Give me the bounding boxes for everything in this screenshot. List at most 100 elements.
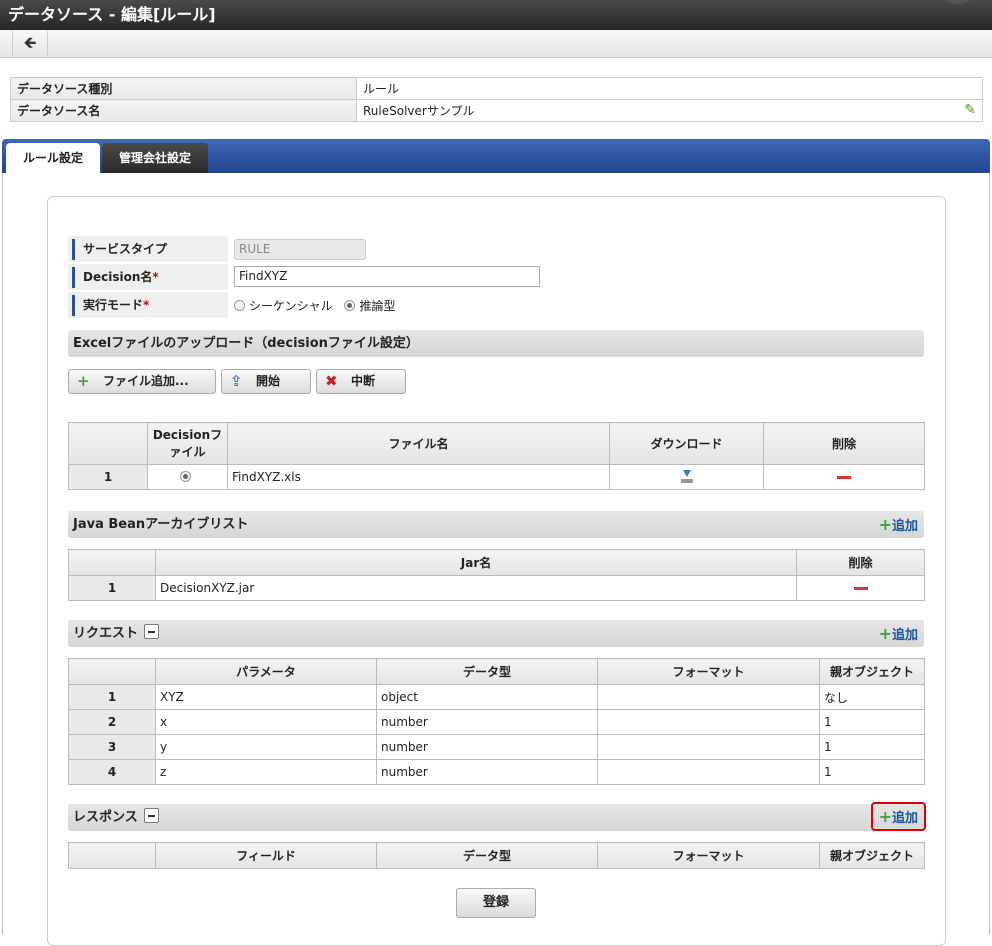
radio-sequential[interactable] (234, 300, 245, 311)
request-add-link[interactable]: +追加 (879, 620, 918, 649)
info-label: データソース種別 (10, 77, 357, 100)
col-header-type: データ型 (376, 658, 598, 685)
row-number: 3 (68, 734, 156, 760)
jar-add-link[interactable]: +追加 (879, 511, 918, 540)
row-number: 1 (68, 684, 156, 710)
collapse-icon[interactable] (143, 808, 159, 823)
service-type-row: サービスタイプ RULE (68, 236, 924, 263)
start-upload-button[interactable]: ⇪ 開始 (221, 369, 311, 394)
jar-add-label: 追加 (891, 519, 918, 534)
exec-mode-value-cell: シーケンシャル 推論型 (228, 292, 924, 318)
col-header-parent: 親オブジェクト (819, 658, 925, 685)
jar-name-cell: DecisionXYZ.jar (155, 575, 797, 601)
decision-file-radio-cell (147, 464, 228, 490)
plus-icon: + (878, 807, 892, 826)
col-header-type: データ型 (376, 842, 598, 869)
toolbar: 🡸 (0, 30, 992, 58)
col-header-format: フォーマット (597, 842, 820, 869)
window-corner (944, 0, 972, 4)
tab-company-settings[interactable]: 管理会社設定 (102, 143, 208, 173)
decision-name-input[interactable]: FindXYZ (234, 266, 540, 287)
request-section-title: リクエスト (73, 626, 139, 641)
type-cell: object (376, 684, 598, 710)
radio-inference-label: 推論型 (359, 299, 396, 313)
col-header-delete: 削除 (763, 422, 925, 465)
request-table: パラメータ データ型 フォーマット 親オブジェクト 1 XYZ object な… (68, 658, 925, 785)
window-title: データソース - 編集[ルール] (8, 5, 216, 24)
cancel-upload-button[interactable]: ✖ 中断 (316, 369, 406, 394)
table-row: 1 XYZ object なし (68, 684, 925, 710)
exec-mode-label: 実行モード* (72, 295, 222, 316)
required-mark: * (143, 298, 150, 312)
exec-mode-radio-group: シーケンシャル 推論型 (234, 297, 396, 314)
table-row: 2 x number 1 (68, 709, 925, 735)
table-row: 3 y number 1 (68, 734, 925, 760)
tab-bar: ルール設定 管理会社設定 (2, 139, 990, 173)
table-header-row: Decisionファイル ファイル名 ダウンロード 削除 (68, 422, 925, 465)
jar-section-title: Java Beanアーカイブリスト (73, 517, 249, 532)
col-header-download: ダウンロード (609, 422, 764, 465)
radio-sequential-label: シーケンシャル (249, 299, 333, 313)
table-header-row: パラメータ データ型 フォーマット 親オブジェクト (68, 658, 925, 685)
tab-rule-settings[interactable]: ルール設定 (6, 143, 100, 173)
add-file-button-label: ファイル追加... (103, 374, 189, 388)
info-label: データソース名 (10, 99, 357, 122)
delete-icon[interactable] (837, 476, 851, 479)
response-add-link[interactable]: +追加 (870, 802, 926, 831)
decision-name-label: Decision名* (72, 267, 222, 288)
parent-cell: 1 (819, 734, 925, 760)
parent-cell: 1 (819, 759, 925, 785)
col-header-param: パラメータ (155, 658, 377, 685)
param-cell: z (155, 759, 377, 785)
col-header-no (68, 842, 156, 869)
arrow-left-icon: 🡸 (23, 33, 37, 52)
register-button[interactable]: 登録 (456, 888, 536, 918)
col-header-no (68, 658, 156, 685)
col-header-delete: 削除 (796, 549, 925, 576)
plus-icon: + (77, 372, 90, 390)
plus-icon: + (878, 515, 892, 534)
delete-cell (763, 464, 925, 490)
delete-icon[interactable] (853, 587, 868, 590)
cancel-upload-button-label: 中断 (351, 374, 376, 388)
add-file-button[interactable]: + ファイル追加... (68, 369, 216, 394)
info-value: RuleSolverサンプル (363, 104, 475, 118)
format-cell (597, 709, 820, 735)
jar-table: Jar名 削除 1 DecisionXYZ.jar (68, 549, 925, 601)
radio-inference[interactable] (344, 300, 356, 311)
exec-mode-row: 実行モード* シーケンシャル 推論型 (68, 292, 924, 319)
param-cell: y (155, 734, 377, 760)
type-cell: number (376, 709, 598, 735)
start-upload-button-label: 開始 (256, 374, 281, 388)
service-type-value-cell: RULE (228, 236, 924, 262)
datasource-info-table: データソース種別 ルール データソース名 RuleSolverサンプル ✎ (10, 77, 983, 122)
table-header-row: フィールド データ型 フォーマット 親オブジェクト (68, 842, 925, 869)
download-icon[interactable] (680, 469, 694, 483)
download-cell (609, 464, 764, 490)
response-section-header: レスポンス +追加 (68, 802, 926, 831)
info-value: ルール (356, 77, 983, 100)
decision-name-value-cell: FindXYZ (228, 264, 924, 290)
format-cell (597, 759, 820, 785)
format-cell (597, 734, 820, 760)
row-number: 2 (68, 709, 156, 735)
pencil-icon[interactable]: ✎ (964, 102, 976, 118)
decision-name-row: Decision名* FindXYZ (68, 264, 924, 291)
back-button[interactable]: 🡸 (12, 31, 48, 56)
row-number: 4 (68, 759, 156, 785)
collapse-icon[interactable] (144, 624, 160, 639)
col-header-field: フィールド (155, 842, 377, 869)
required-mark: * (152, 270, 159, 284)
info-row-name: データソース名 RuleSolverサンプル ✎ (10, 99, 983, 122)
excel-upload-section-header: Excelファイルのアップロード（decisionファイル設定） (68, 330, 924, 357)
decision-file-radio[interactable] (180, 471, 191, 482)
service-type-label: サービスタイプ (72, 239, 222, 260)
service-type-field: RULE (234, 239, 366, 260)
decision-file-table: Decisionファイル ファイル名 ダウンロード 削除 1 FindXYZ.x… (68, 422, 925, 490)
window-title-bar: データソース - 編集[ルール] (0, 0, 992, 30)
type-cell: number (376, 759, 598, 785)
format-cell (597, 684, 820, 710)
cancel-icon: ✖ (325, 372, 338, 390)
col-header-no (68, 549, 156, 576)
parent-cell: なし (819, 684, 925, 710)
